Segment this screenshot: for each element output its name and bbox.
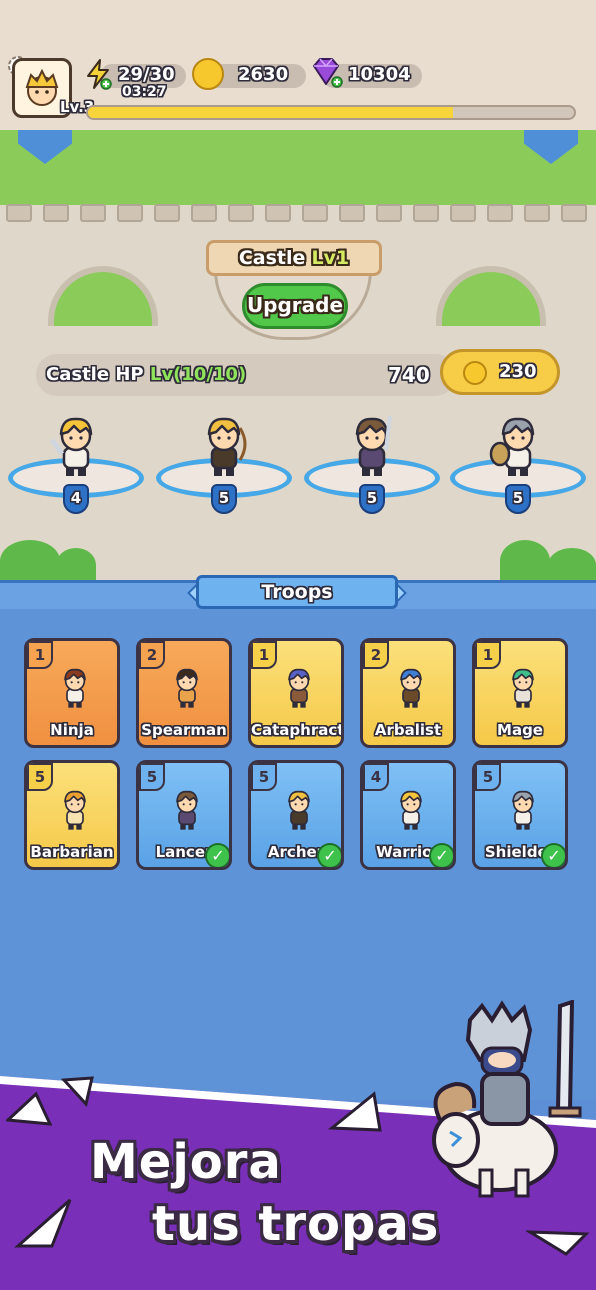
troop-name: Spearman — [141, 721, 227, 739]
troop-name: Arbalist — [374, 721, 442, 739]
selected-check-icon: ✓ — [205, 843, 229, 867]
upgrade-button[interactable]: Upgrade — [242, 283, 348, 329]
hp-upgrade-cost: 230 — [499, 361, 537, 382]
sparkle-arrow-icon — [60, 1074, 100, 1112]
castle-hp-level: Lv(10/10) — [149, 364, 247, 385]
wall-battlement — [487, 204, 513, 222]
bush — [0, 540, 60, 582]
deployed-level-badge: 5 — [359, 484, 385, 514]
troop-card-warrior[interactable]: 4 Warrior ✓ — [360, 760, 456, 870]
promo-headline-line2: tus tropas — [152, 1196, 440, 1252]
bush — [548, 548, 596, 582]
troop-card-cataphract[interactable]: 1 Cataphract — [248, 638, 344, 748]
gems-value: 10304 — [348, 64, 411, 85]
wall-battlement — [376, 204, 402, 222]
wall-battlement — [6, 204, 32, 222]
knight-mascot — [420, 999, 590, 1210]
troop-level-badge: 5 — [27, 763, 53, 791]
troop-level-badge: 2 — [139, 641, 165, 669]
castle-hp-value: 740 — [388, 363, 430, 387]
troop-card-lancer[interactable]: 5 Lancer ✓ — [136, 760, 232, 870]
troop-portrait — [167, 661, 207, 713]
promo-headline-line1: Mejora — [90, 1134, 282, 1190]
troop-card-spearman[interactable]: 2 Spearman — [136, 638, 232, 748]
troop-level-badge: 1 — [251, 641, 277, 669]
castle-level: Lv1 — [311, 247, 350, 269]
troop-level-badge: 1 — [475, 641, 501, 669]
deployed-hero-lancer[interactable] — [342, 410, 402, 484]
troop-name: Mage — [497, 721, 543, 739]
castle-title: Castle — [238, 247, 306, 269]
troop-name: Ninja — [50, 721, 94, 739]
troop-portrait — [279, 783, 319, 835]
troop-card-archer[interactable]: 5 Archer ✓ — [248, 760, 344, 870]
wall-battlement — [450, 204, 476, 222]
wall-battlement — [154, 204, 180, 222]
troop-level-badge: 1 — [27, 641, 53, 669]
energy-timer: 03:27 — [122, 84, 167, 100]
troop-level-badge: 5 — [139, 763, 165, 791]
troop-level-badge: 4 — [363, 763, 389, 791]
wall-battlement — [80, 204, 106, 222]
selected-check-icon: ✓ — [317, 843, 341, 867]
sparkle-arrow-icon — [327, 1090, 388, 1138]
wall-battlement — [191, 204, 217, 222]
wall-battlement — [117, 204, 143, 222]
troop-card-ninja[interactable]: 1 Ninja — [24, 638, 120, 748]
gem-icon[interactable] — [308, 56, 344, 90]
troop-level-badge: 5 — [251, 763, 277, 791]
troop-portrait — [503, 783, 543, 835]
sparkle-arrow-icon — [524, 1226, 590, 1262]
sparkle-arrow-icon — [4, 1090, 56, 1134]
castle-title-plate: Castle Lv1 — [206, 240, 382, 276]
wall-battlement — [265, 204, 291, 222]
deployed-level-badge: 5 — [505, 484, 531, 514]
troop-level-badge: 2 — [363, 641, 389, 669]
energy-value: 29/30 — [118, 64, 175, 85]
xp-bar — [86, 105, 576, 120]
wall-battlement — [413, 204, 439, 222]
tab-troops[interactable]: Troops — [196, 575, 398, 609]
troop-card-shielder[interactable]: 5 Shielder ✓ — [472, 760, 568, 870]
hp-upgrade-cost-button[interactable]: 230 — [440, 349, 560, 395]
wall-battlement — [561, 204, 587, 222]
troop-portrait — [391, 783, 431, 835]
coin-icon — [463, 361, 487, 385]
troop-name: Cataphract — [251, 721, 344, 739]
troop-portrait — [503, 661, 543, 713]
troop-name: Barbarian — [30, 843, 114, 861]
troop-level-badge: 5 — [475, 763, 501, 791]
selected-check-icon: ✓ — [541, 843, 565, 867]
troop-card-barbarian[interactable]: 5 Barbarian — [24, 760, 120, 870]
bush — [500, 540, 550, 582]
energy-icon[interactable] — [84, 58, 112, 90]
deployed-hero-shielder[interactable] — [488, 410, 548, 484]
wall-battlement — [302, 204, 328, 222]
deployed-level-badge: 5 — [211, 484, 237, 514]
castle-hp-label-wrap: Castle HP Lv(10/10) — [46, 364, 246, 385]
troop-portrait — [167, 783, 207, 835]
selected-check-icon: ✓ — [429, 843, 453, 867]
coin-icon[interactable] — [192, 58, 224, 90]
castle-hp-label: Castle HP — [46, 364, 144, 385]
deployed-hero-warrior[interactable] — [46, 410, 106, 484]
bush — [56, 548, 96, 582]
wall-battlement — [339, 204, 365, 222]
troop-portrait — [391, 661, 431, 713]
wall-battlement — [228, 204, 254, 222]
xp-bar-fill — [88, 107, 453, 118]
sparkle-arrow-icon — [12, 1196, 76, 1256]
troop-portrait — [55, 783, 95, 835]
wall-battlement — [43, 204, 69, 222]
wall-battlement — [524, 204, 550, 222]
troop-card-arbalist[interactable]: 2 Arbalist — [360, 638, 456, 748]
troop-portrait — [279, 661, 319, 713]
deployed-hero-archer[interactable] — [194, 410, 254, 484]
coins-value: 2630 — [238, 64, 289, 85]
troop-card-mage[interactable]: 1 Mage — [472, 638, 568, 748]
troop-portrait — [55, 661, 95, 713]
deployed-level-badge: 4 — [63, 484, 89, 514]
